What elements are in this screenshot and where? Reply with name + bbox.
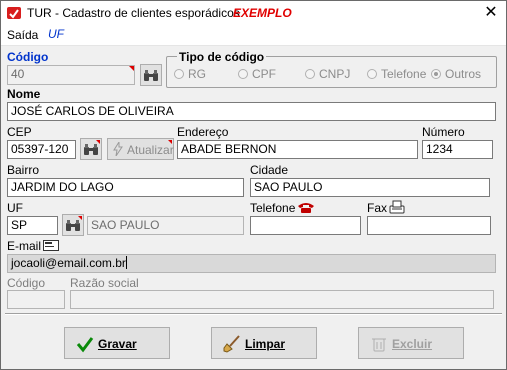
gravar-button[interactable]: Gravar bbox=[64, 327, 170, 359]
radio-rg[interactable]: RG bbox=[174, 67, 206, 81]
telephone-icon bbox=[298, 203, 314, 213]
codigo2-field bbox=[7, 290, 65, 309]
excluir-button[interactable]: Excluir bbox=[358, 327, 464, 359]
radio-outros[interactable]: Outros bbox=[431, 67, 481, 81]
bairro-label: Bairro bbox=[7, 163, 40, 177]
codigo-label: Código bbox=[7, 50, 49, 64]
example-label: EXEMPLO bbox=[233, 6, 292, 20]
lightning-icon bbox=[113, 142, 123, 156]
radio-circle bbox=[174, 69, 184, 79]
cep-field[interactable]: 05397-120 bbox=[7, 140, 76, 159]
radio-circle bbox=[305, 69, 315, 79]
endereco-field[interactable]: ABADE BERNON bbox=[177, 140, 418, 159]
text-cursor bbox=[125, 256, 127, 269]
binoculars-icon bbox=[66, 220, 80, 231]
radio-rg-label: RG bbox=[188, 67, 206, 81]
binoculars-icon bbox=[84, 144, 98, 155]
email-label: E-mail bbox=[7, 239, 42, 253]
menu-uf[interactable]: UF bbox=[48, 27, 64, 41]
atualizar-label: Atualizar bbox=[127, 143, 174, 157]
limpar-button[interactable]: Limpar bbox=[211, 327, 317, 359]
email-field[interactable]: jocaoli@email.com.br bbox=[7, 254, 496, 273]
radio-cpf-label: CPF bbox=[252, 67, 276, 81]
broom-icon bbox=[223, 335, 240, 353]
radio-telefone-label: Telefone bbox=[381, 67, 427, 81]
fax-field[interactable] bbox=[367, 216, 491, 235]
cep-label: CEP bbox=[7, 125, 32, 139]
codigo2-label: Código bbox=[7, 276, 46, 290]
uf-label: UF bbox=[7, 201, 23, 215]
cidade-field[interactable]: SAO PAULO bbox=[250, 178, 490, 197]
gravar-label: Gravar bbox=[98, 337, 137, 351]
numero-label: Número bbox=[422, 125, 465, 139]
cidade-label: Cidade bbox=[250, 163, 289, 177]
nome-field[interactable]: JOSÉ CARLOS DE OLIVEIRA bbox=[7, 102, 496, 121]
radio-outros-label: Outros bbox=[445, 67, 482, 81]
razao-social-field bbox=[70, 290, 494, 309]
dialog-window: TUR - Cadastro de clientes esporádicos E… bbox=[0, 0, 507, 370]
checkmark-icon bbox=[76, 337, 94, 353]
numero-field[interactable]: 1234 bbox=[422, 140, 493, 159]
uf-state-name: SAO PAULO bbox=[87, 216, 244, 235]
envelope-icon bbox=[43, 240, 59, 251]
fax-label: Fax bbox=[367, 201, 388, 215]
radio-cnpj[interactable]: CNPJ bbox=[305, 67, 350, 81]
menu-saida[interactable]: Saída bbox=[7, 28, 38, 42]
radio-circle-selected bbox=[431, 69, 441, 79]
telefone-field[interactable] bbox=[250, 216, 361, 235]
codigo-field[interactable]: 40 bbox=[7, 65, 135, 85]
close-button[interactable]: ✕ bbox=[476, 1, 506, 25]
razao-social-label: Razão social bbox=[70, 276, 139, 290]
cep-search-button[interactable] bbox=[80, 138, 102, 160]
atualizar-button[interactable]: Atualizar bbox=[107, 138, 174, 160]
bairro-field[interactable]: JARDIM DO LAGO bbox=[7, 178, 244, 197]
limpar-label: Limpar bbox=[245, 337, 286, 351]
fax-icon bbox=[389, 200, 405, 214]
endereco-label: Endereço bbox=[177, 125, 229, 139]
excluir-label: Excluir bbox=[392, 337, 433, 351]
radio-circle bbox=[238, 69, 248, 79]
window-title: TUR - Cadastro de clientes esporádicos bbox=[27, 6, 240, 20]
divider bbox=[5, 313, 502, 315]
codigo-search-button[interactable] bbox=[140, 64, 162, 86]
radio-cpf[interactable]: CPF bbox=[238, 67, 276, 81]
menu-bar: Saída UF bbox=[1, 25, 506, 46]
uf-field[interactable]: SP bbox=[7, 216, 58, 235]
radio-cnpj-label: CNPJ bbox=[319, 67, 351, 81]
binoculars-icon bbox=[144, 70, 158, 81]
radio-circle bbox=[367, 69, 377, 79]
telefone-label: Telefone bbox=[250, 201, 296, 215]
nome-label: Nome bbox=[7, 87, 41, 101]
tipo-codigo-label: Tipo de código bbox=[177, 50, 267, 64]
uf-search-button[interactable] bbox=[62, 214, 84, 236]
title-bar: TUR - Cadastro de clientes esporádicos E… bbox=[1, 1, 506, 25]
app-icon bbox=[7, 7, 21, 19]
email-value: jocaoli@email.com.br bbox=[11, 256, 126, 270]
radio-telefone[interactable]: Telefone bbox=[367, 67, 426, 81]
trash-icon bbox=[372, 338, 386, 352]
